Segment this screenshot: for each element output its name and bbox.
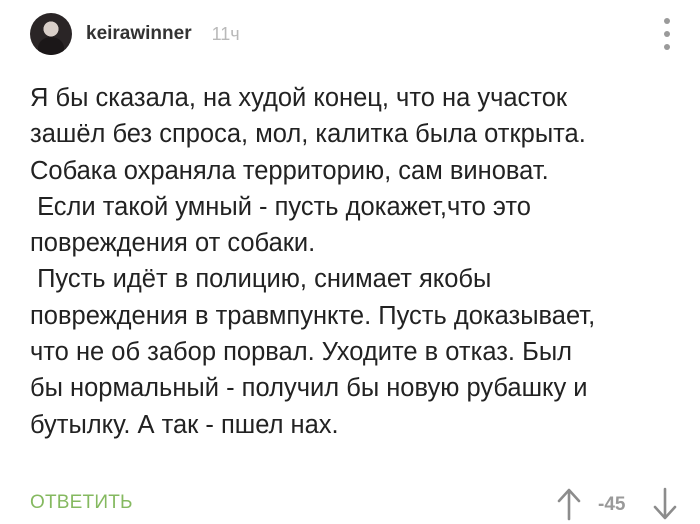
comment-line: Собака охраняла территорию, сам виноват. — [30, 156, 549, 185]
menu-dot — [664, 18, 670, 24]
comment-line: зашёл без спроса, мол, калитка была откр… — [30, 120, 586, 149]
avatar[interactable] — [30, 13, 72, 55]
comment-header: keirawinner 11ч — [30, 12, 240, 56]
comment-line: что не об забор порвал. Уходите в отказ.… — [30, 338, 573, 367]
comment-line: повреждения в травмпункте. Пусть доказыв… — [30, 301, 596, 330]
comment-line: повреждения от собаки. — [30, 229, 316, 258]
comment-line: Пусть идёт в полицию, снимает якобы — [30, 265, 492, 294]
reply-button[interactable]: ОТВЕТИТЬ — [30, 492, 133, 514]
comment-line: Если такой умный - пусть докажет,что это — [30, 192, 531, 221]
comment-text: Я бы сказала, на худой конец, что на уча… — [30, 80, 680, 443]
arrow-up-icon[interactable] — [554, 486, 584, 522]
comment-card: keirawinner 11ч Я бы сказала, на худой к… — [0, 0, 700, 524]
more-vertical-icon[interactable] — [658, 18, 676, 50]
comment-line: Я бы сказала, на худой конец, что на уча… — [30, 84, 568, 112]
username[interactable]: keirawinner — [86, 23, 192, 45]
arrow-down-icon[interactable] — [650, 486, 680, 522]
comment-line: бутылку. А так - пшел нах. — [30, 410, 339, 439]
menu-dot — [664, 31, 670, 37]
comment-line: бы нормальный - получил бы новую рубашку… — [30, 374, 588, 403]
rating-value: -45 — [598, 494, 626, 515]
comment-footer: ОТВЕТИТЬ -45 — [0, 486, 700, 522]
menu-dot — [664, 44, 670, 50]
comment-time: 11ч — [211, 23, 240, 44]
